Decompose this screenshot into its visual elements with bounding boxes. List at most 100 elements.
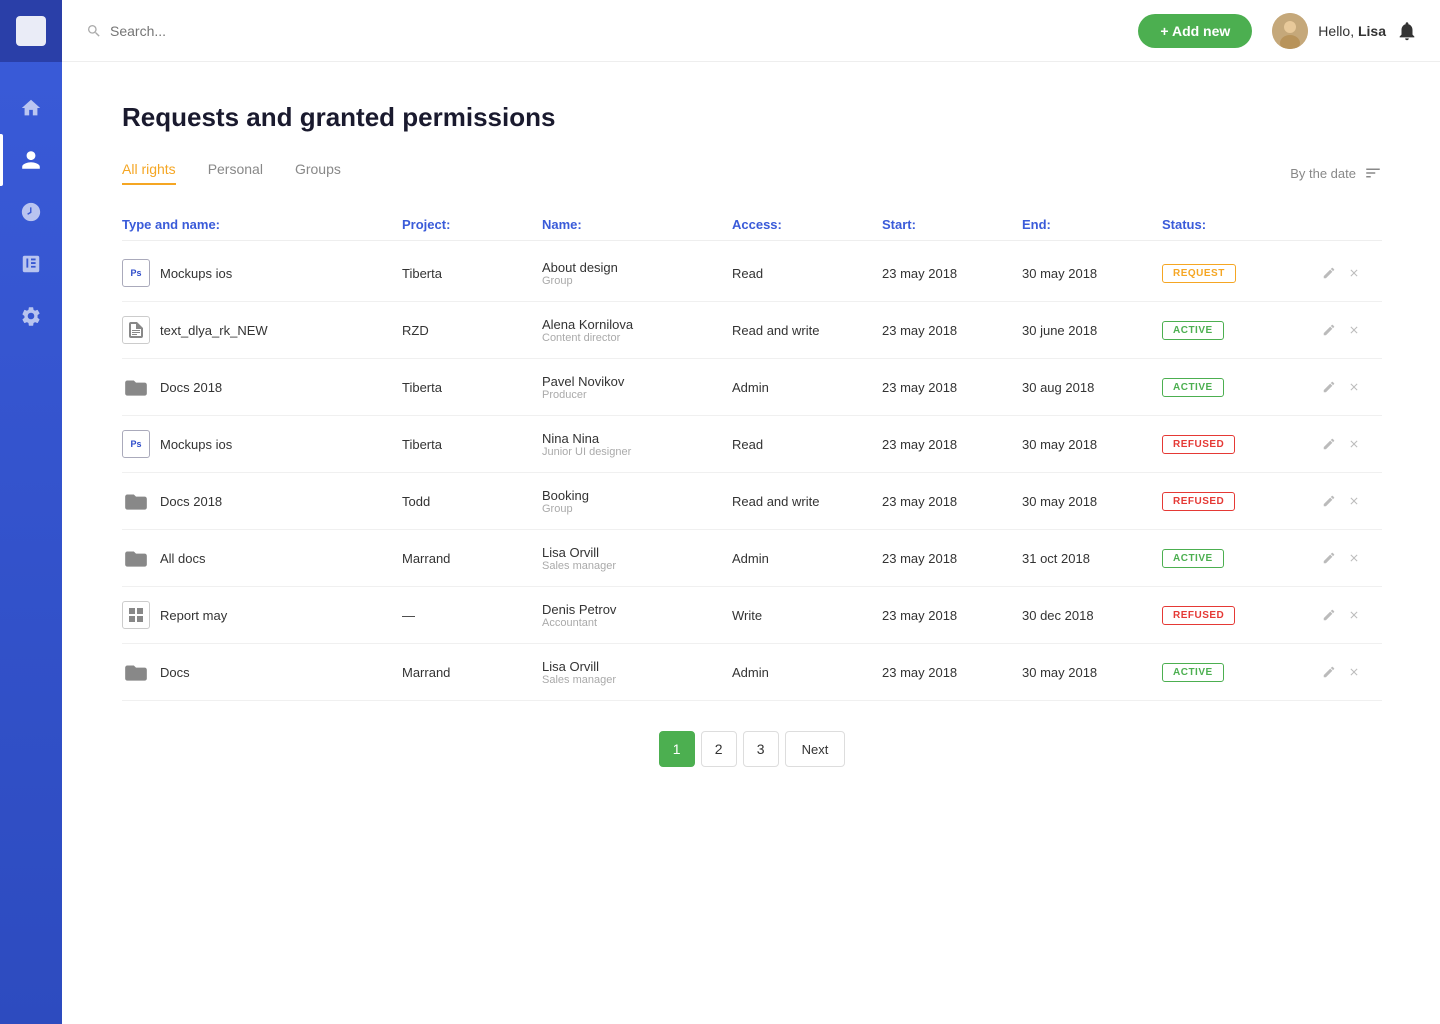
- edit-icon[interactable]: [1322, 608, 1336, 622]
- search-area: [86, 23, 1138, 39]
- pagination: 1 2 3 Next: [122, 701, 1382, 787]
- cell-status: REFUSED: [1162, 606, 1322, 625]
- hello-text: Hello, Lisa: [1318, 23, 1386, 39]
- cell-access: Read and write: [732, 323, 882, 338]
- file-icon-folder: [122, 373, 150, 401]
- name-sub: Content director: [542, 332, 732, 344]
- name-main: Pavel Novikov: [542, 374, 732, 389]
- cell-end: 30 june 2018: [1022, 323, 1162, 338]
- cell-project: Marrand: [402, 551, 542, 566]
- cell-name: Denis Petrov Accountant: [542, 602, 732, 629]
- cell-start: 23 may 2018: [882, 437, 1022, 452]
- cell-actions: [1322, 494, 1382, 508]
- cell-type-name: Ps Mockups ios: [122, 259, 402, 287]
- cell-end: 30 may 2018: [1022, 494, 1162, 509]
- cell-access: Read: [732, 266, 882, 281]
- delete-icon[interactable]: [1348, 381, 1360, 393]
- bell-icon[interactable]: [1396, 20, 1418, 42]
- type-name-text: All docs: [160, 551, 206, 566]
- sidebar-item-docs[interactable]: [0, 238, 62, 290]
- search-input[interactable]: [110, 23, 310, 39]
- delete-icon[interactable]: [1348, 552, 1360, 564]
- table-row: Ps Mockups ios Tiberta About design Grou…: [122, 245, 1382, 302]
- status-badge: ACTIVE: [1162, 549, 1224, 568]
- status-badge: ACTIVE: [1162, 378, 1224, 397]
- cell-access: Admin: [732, 665, 882, 680]
- page-title: Requests and granted permissions: [122, 102, 1382, 133]
- logo[interactable]: [0, 0, 62, 62]
- header-start: Start:: [882, 217, 1022, 232]
- cell-type-name: Docs 2018: [122, 487, 402, 515]
- file-icon-table: [122, 601, 150, 629]
- sort-control[interactable]: By the date: [1290, 164, 1382, 182]
- table-row: Report may — Denis Petrov Accountant Wri…: [122, 587, 1382, 644]
- edit-icon[interactable]: [1322, 665, 1336, 679]
- cell-end: 30 may 2018: [1022, 665, 1162, 680]
- cell-actions: [1322, 380, 1382, 394]
- table-row: text_dlya_rk_NEW RZD Alena Kornilova Con…: [122, 302, 1382, 359]
- tab-personal[interactable]: Personal: [208, 161, 263, 185]
- sidebar-item-users[interactable]: [0, 134, 62, 186]
- header-type-name: Type and name:: [122, 217, 402, 232]
- cell-start: 23 may 2018: [882, 266, 1022, 281]
- header-status: Status:: [1162, 217, 1322, 232]
- cell-project: Tiberta: [402, 380, 542, 395]
- cell-status: REQUEST: [1162, 264, 1322, 283]
- page-2-button[interactable]: 2: [701, 731, 737, 767]
- status-badge: REFUSED: [1162, 435, 1235, 454]
- page-3-button[interactable]: 3: [743, 731, 779, 767]
- type-name-text: Docs 2018: [160, 494, 222, 509]
- type-name-text: Report may: [160, 608, 227, 623]
- edit-icon[interactable]: [1322, 437, 1336, 451]
- name-sub: Junior UI designer: [542, 446, 732, 458]
- type-name-text: Mockups ios: [160, 437, 232, 452]
- cell-start: 23 may 2018: [882, 323, 1022, 338]
- edit-icon[interactable]: [1322, 266, 1336, 280]
- next-button[interactable]: Next: [785, 731, 846, 767]
- cell-type-name: text_dlya_rk_NEW: [122, 316, 402, 344]
- add-new-button[interactable]: + Add new: [1138, 14, 1252, 48]
- delete-icon[interactable]: [1348, 438, 1360, 450]
- header-end: End:: [1022, 217, 1162, 232]
- cell-type-name: Report may: [122, 601, 402, 629]
- sidebar-item-clock[interactable]: [0, 186, 62, 238]
- delete-icon[interactable]: [1348, 267, 1360, 279]
- sidebar-item-settings[interactable]: [0, 290, 62, 342]
- edit-icon[interactable]: [1322, 380, 1336, 394]
- cell-status: REFUSED: [1162, 435, 1322, 454]
- name-main: Denis Petrov: [542, 602, 732, 617]
- tab-all-rights[interactable]: All rights: [122, 161, 176, 185]
- cell-start: 23 may 2018: [882, 608, 1022, 623]
- header-project: Project:: [402, 217, 542, 232]
- cell-end: 30 dec 2018: [1022, 608, 1162, 623]
- content: Requests and granted permissions All rig…: [62, 62, 1440, 1024]
- logo-mark: [16, 16, 46, 46]
- cell-access: Read and write: [732, 494, 882, 509]
- edit-icon[interactable]: [1322, 551, 1336, 565]
- cell-project: Todd: [402, 494, 542, 509]
- cell-project: Marrand: [402, 665, 542, 680]
- cell-actions: [1322, 323, 1382, 337]
- edit-icon[interactable]: [1322, 494, 1336, 508]
- page-1-button[interactable]: 1: [659, 731, 695, 767]
- status-badge: REFUSED: [1162, 492, 1235, 511]
- delete-icon[interactable]: [1348, 495, 1360, 507]
- name-sub: Sales manager: [542, 674, 732, 686]
- cell-status: ACTIVE: [1162, 549, 1322, 568]
- delete-icon[interactable]: [1348, 324, 1360, 336]
- edit-icon[interactable]: [1322, 323, 1336, 337]
- search-icon: [86, 23, 102, 39]
- tab-groups[interactable]: Groups: [295, 161, 341, 185]
- delete-icon[interactable]: [1348, 666, 1360, 678]
- file-icon-doc: [122, 316, 150, 344]
- cell-actions: [1322, 551, 1382, 565]
- delete-icon[interactable]: [1348, 609, 1360, 621]
- file-icon-folder: [122, 544, 150, 572]
- main-area: + Add new Hello, Lisa: [62, 0, 1440, 1024]
- table-row: Docs 2018 Tiberta Pavel Novikov Producer…: [122, 359, 1382, 416]
- sort-label: By the date: [1290, 166, 1356, 181]
- cell-project: Tiberta: [402, 266, 542, 281]
- cell-end: 30 may 2018: [1022, 437, 1162, 452]
- sidebar-item-home[interactable]: [0, 82, 62, 134]
- topbar-right: + Add new Hello, Lisa: [1138, 13, 1418, 49]
